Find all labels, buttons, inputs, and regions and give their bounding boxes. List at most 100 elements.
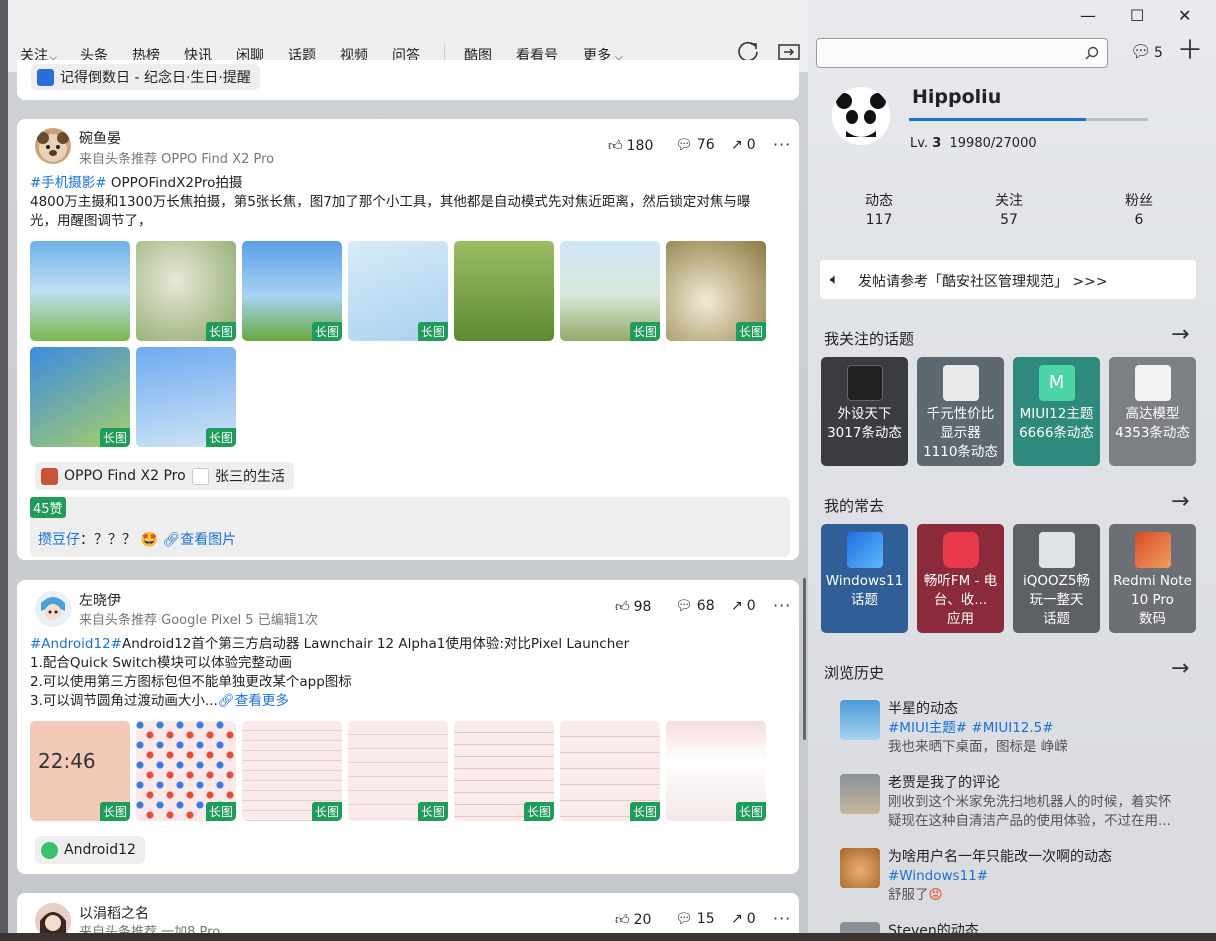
share-icon: ↗: [731, 598, 743, 614]
hashtag-link[interactable]: #手机摄影#: [30, 175, 107, 191]
add-icon[interactable]: ＋: [1177, 36, 1203, 66]
like-button[interactable]: 👍︎ 98: [615, 598, 651, 616]
comment-button[interactable]: 💬︎ 76: [675, 137, 715, 153]
screenshot-thumbnail[interactable]: 长图: [136, 721, 236, 821]
frequent-tile[interactable]: Windows11 话题: [821, 524, 908, 633]
topic-tile[interactable]: 千元性价比显示器 1110条动态: [917, 357, 1004, 466]
community-notice[interactable]: 🔈︎ 发帖请参考「酷安社区管理规范」 >>>: [820, 260, 1196, 299]
topic-pill[interactable]: 张三的生活: [186, 462, 294, 490]
more-icon[interactable]: ···: [773, 909, 791, 928]
username[interactable]: 左晓伊: [79, 590, 121, 610]
photo-thumbnail[interactable]: 长图: [348, 241, 448, 341]
comment-user[interactable]: 攒豆仔: [38, 532, 80, 548]
avatar[interactable]: [35, 128, 71, 164]
screenshot-thumbnail[interactable]: 长图: [666, 721, 766, 821]
windows-icon: [846, 532, 883, 568]
see-more-link[interactable]: 查看更多: [235, 693, 289, 709]
post-source: 来自头条推荐 OPPO Find X2 Pro: [79, 152, 275, 167]
popout-icon[interactable]: [778, 42, 800, 62]
topic-tile[interactable]: 外设天下 3017条动态: [821, 357, 908, 466]
minimize-icon[interactable]: —: [1080, 6, 1096, 25]
screenshot-thumbnail[interactable]: 长图: [560, 721, 660, 821]
more-icon[interactable]: ···: [773, 596, 791, 615]
search-icon[interactable]: [1085, 46, 1099, 60]
feed-scrollbar[interactable]: [803, 578, 806, 740]
post-card[interactable]: 碗鱼晏 来自头条推荐 OPPO Find X2 Pro 👍︎ 180 💬︎ 76 ↗…: [17, 119, 799, 560]
history-item[interactable]: 老贾是我了的评论 刚收到这个米家免洗扫地机器人的时候，着实怀 疑现在这种自清洁产…: [840, 772, 1200, 832]
username[interactable]: 以涓稻之名: [79, 903, 149, 923]
history-thumbnail: [840, 700, 880, 740]
stat-following[interactable]: 关注 57: [984, 190, 1034, 228]
calendar-icon: [37, 68, 54, 86]
screenshot-thumbnail[interactable]: 22:46 长图: [30, 721, 130, 821]
photo-thumbnail[interactable]: 长图: [242, 241, 342, 341]
photo-thumbnail[interactable]: 长图: [136, 241, 236, 341]
photo-thumbnail[interactable]: 长图: [666, 241, 766, 341]
avatar[interactable]: [35, 903, 71, 933]
avatar[interactable]: [832, 87, 890, 145]
frequent-tile[interactable]: Redmi Note 10 Pro 数码: [1109, 524, 1196, 633]
history-item[interactable]: 半星的动态 #MIUI主题# #MIUI12.5# 我也来晒下桌面，图标是 峥嵘: [840, 698, 1200, 758]
maximize-icon[interactable]: ☐: [1130, 6, 1144, 25]
more-icon[interactable]: ···: [773, 135, 791, 154]
comment-button[interactable]: 💬︎ 68: [675, 598, 715, 614]
topic-pill[interactable]: Android12: [35, 836, 145, 864]
topic-tile[interactable]: 高达模型 4353条动态: [1109, 357, 1196, 466]
photo-thumbnail[interactable]: 长图: [30, 347, 130, 447]
like-button[interactable]: 👍︎ 180: [608, 137, 653, 155]
hashtag-link[interactable]: #Android12#: [30, 636, 122, 652]
app-pill[interactable]: 记得倒数日 - 纪念日·生日·提醒: [31, 64, 260, 90]
thumb-up-icon: 👍︎: [615, 912, 630, 928]
photo-thumbnail[interactable]: [30, 241, 130, 341]
arrow-right-icon[interactable]: →: [1171, 489, 1189, 514]
arrow-right-icon[interactable]: →: [1171, 322, 1189, 347]
link-icon: 🔗︎: [162, 532, 181, 548]
arrow-right-icon[interactable]: →: [1171, 656, 1189, 681]
stat-followers[interactable]: 粉丝 6: [1114, 190, 1164, 228]
screenshot-thumbnail[interactable]: 长图: [242, 721, 342, 821]
level-progress-bar: [909, 118, 1148, 121]
photo-thumbnail[interactable]: 长图: [136, 347, 236, 447]
frequent-tile[interactable]: 畅听FM - 电台、收... 应用: [917, 524, 1004, 633]
monitor-icon: [942, 365, 979, 401]
hot-comment-box[interactable]: 45赞 攒豆仔：？？？ 🤩 🔗︎查看图片: [30, 497, 790, 557]
topic-tile[interactable]: M MIUI12主题 6666条动态: [1013, 357, 1100, 466]
share-button[interactable]: ↗ 0: [731, 911, 756, 927]
avatar[interactable]: [35, 591, 71, 627]
fm-app-icon: [942, 532, 979, 568]
stat-posts[interactable]: 动态 117: [854, 190, 904, 228]
desktop-edge: [0, 0, 8, 941]
history-item[interactable]: 为啥用户名一年只能改一次啊的动态 #Windows11# 舒服了😡: [840, 846, 1200, 906]
share-button[interactable]: ↗ 0: [731, 137, 756, 153]
device-pill[interactable]: OPPO Find X2 Pro: [35, 462, 195, 490]
feed-pane: 关注 ⌵ 头条 热榜 快讯 闲聊 话题 视频 问答 酷图 看看号 更多 ⌵ 记得倒数…: [8, 0, 808, 933]
like-button[interactable]: 👍︎ 20: [615, 911, 651, 929]
message-icon[interactable]: 💬︎: [1130, 42, 1152, 62]
username[interactable]: 碗鱼晏: [79, 128, 121, 148]
post-card[interactable]: 以涓稻之名 来自头条推荐 一加8 Pro 👍︎ 20 💬︎ 15 ↗ 0 ···: [17, 893, 799, 933]
photo-thumbnail[interactable]: 长图: [560, 241, 660, 341]
history-item[interactable]: Steven的动态: [840, 920, 1200, 933]
screenshot-thumbnail[interactable]: 长图: [454, 721, 554, 821]
search-input[interactable]: [816, 38, 1108, 68]
frequent-tile[interactable]: iQOOZ5畅玩一整天 话题: [1013, 524, 1100, 633]
profile-name[interactable]: Hippoliu: [912, 86, 1001, 108]
view-pictures-link[interactable]: 查看图片: [180, 532, 236, 548]
close-icon[interactable]: ✕: [1178, 6, 1191, 25]
level-progress-fill: [909, 118, 1086, 121]
history-thumbnail: [840, 774, 880, 814]
topic-icon: [192, 467, 209, 485]
android-icon: [41, 841, 58, 859]
comment-button[interactable]: 💬︎ 15: [675, 911, 715, 927]
post-body: #Android12#Android12首个第三方启动器 Lawnchair 1…: [30, 636, 630, 709]
photo-thumbnail[interactable]: [454, 241, 554, 341]
screenshot-thumbnail[interactable]: 长图: [348, 721, 448, 821]
taskbar-edge: [0, 933, 1216, 941]
share-button[interactable]: ↗ 0: [731, 598, 756, 614]
comment-icon: 💬︎: [675, 137, 693, 153]
post-card[interactable]: 左晓伊 来自头条推荐 Google Pixel 5 已编辑1次 👍︎ 98 💬︎ 6…: [17, 580, 799, 874]
likes-badge: 45赞: [30, 497, 66, 518]
followed-topics-title: 我关注的话题: [824, 330, 915, 348]
speaker-icon: 🔈︎: [830, 270, 840, 288]
device-icon: [41, 467, 58, 485]
